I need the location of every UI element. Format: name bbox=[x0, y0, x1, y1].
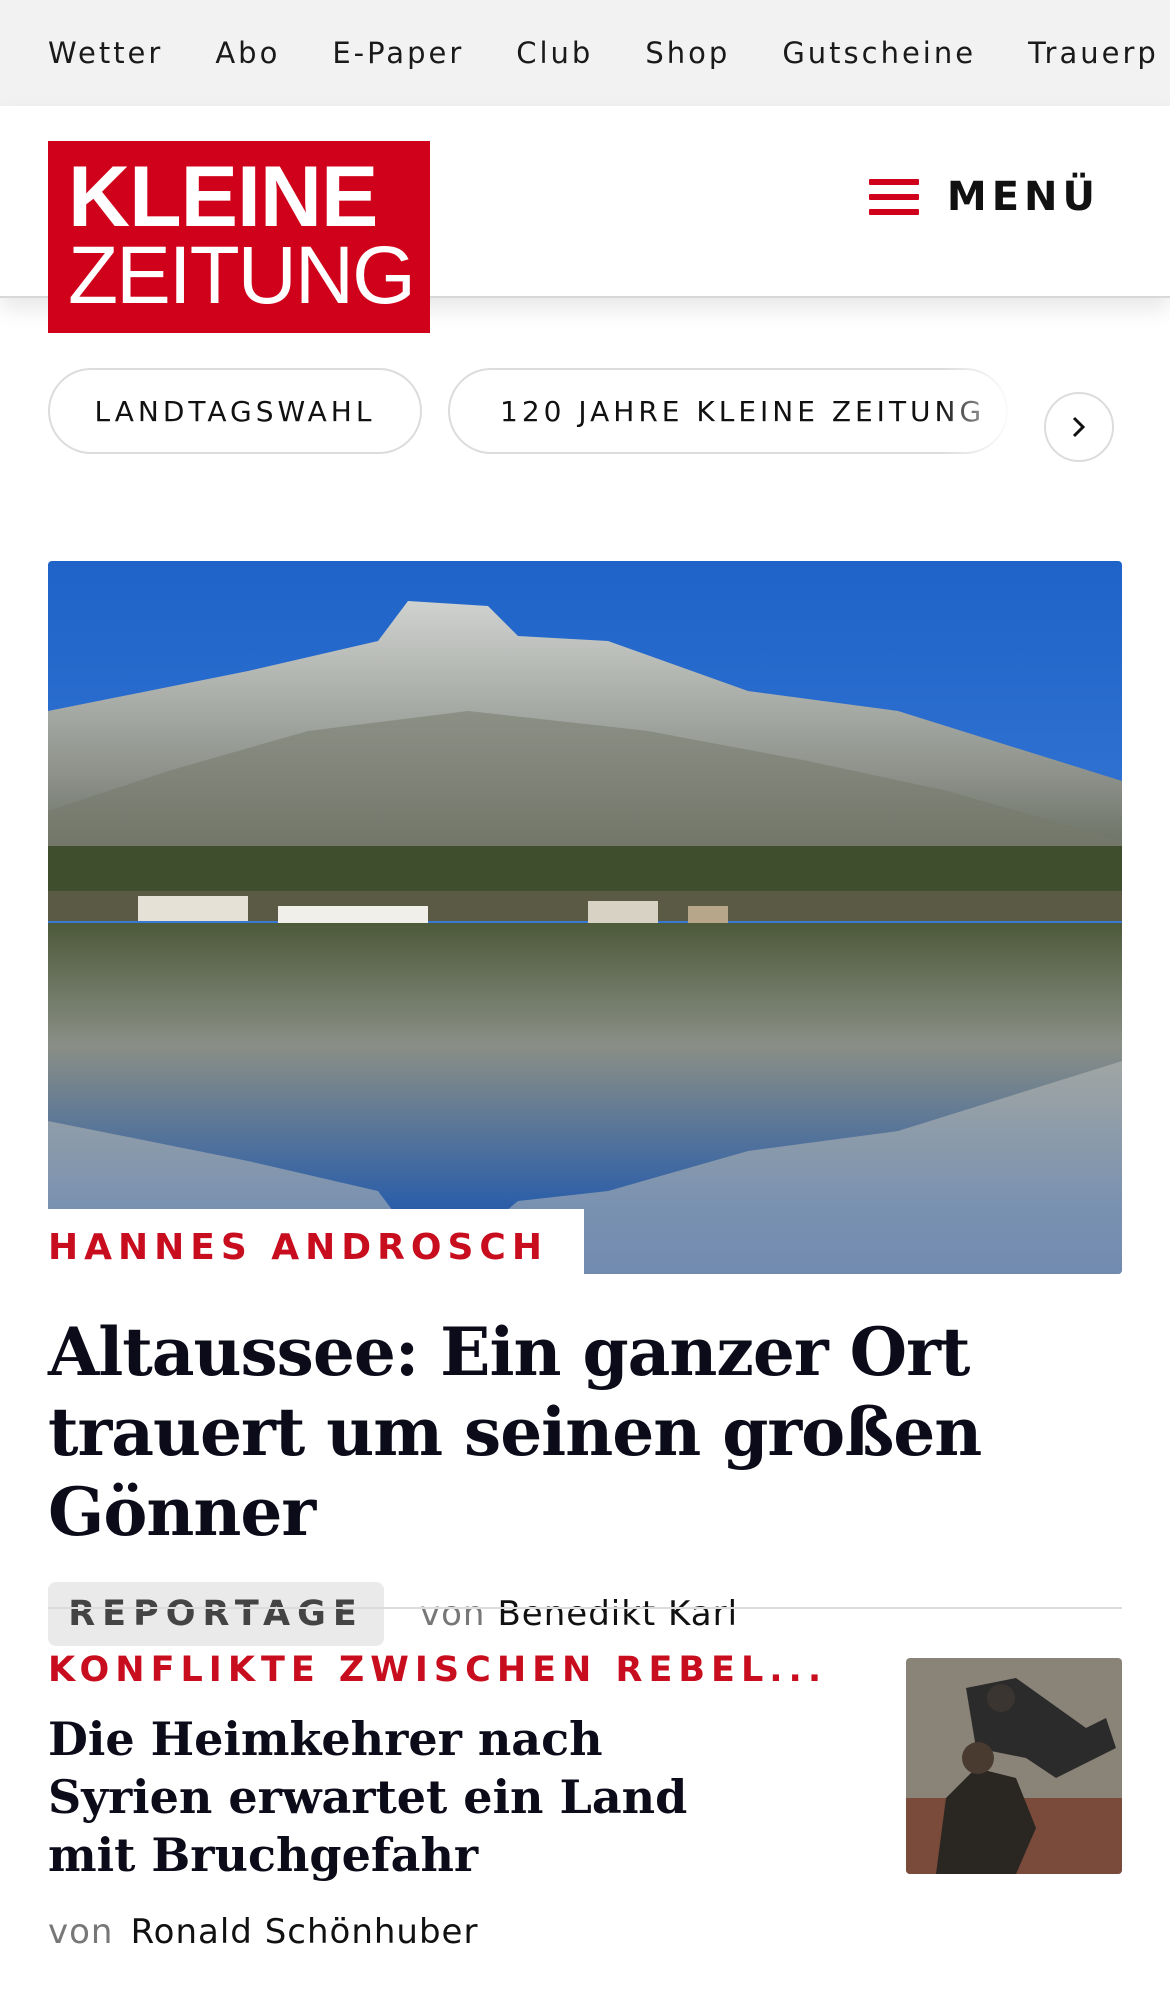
service-nav: Wetter Abo E-Paper Club Shop Gutscheine … bbox=[0, 0, 1170, 106]
site-header: KLEINE ZEITUNG MENÜ bbox=[0, 106, 1170, 333]
site-logo[interactable]: KLEINE ZEITUNG bbox=[48, 141, 430, 333]
nav-wetter[interactable]: Wetter bbox=[48, 36, 163, 70]
article-meta: von Ronald Schönhuber bbox=[48, 1912, 1122, 1952]
reportage-tag: REPORTAGE bbox=[48, 1582, 384, 1646]
byline-prefix: von bbox=[420, 1594, 486, 1634]
chips-next-button[interactable] bbox=[1044, 392, 1114, 462]
nav-abo[interactable]: Abo bbox=[215, 36, 280, 70]
nav-club[interactable]: Club bbox=[516, 36, 593, 70]
hero-kicker: HANNES ANDROSCH bbox=[48, 1227, 548, 1268]
chip-landtagswahl[interactable]: LANDTAGSWAHL bbox=[48, 368, 422, 454]
topic-chips: LANDTAGSWAHL 120 JAHRE KLEINE ZEITUNG bbox=[0, 368, 1170, 518]
hero-kicker-box: HANNES ANDROSCH bbox=[48, 1209, 584, 1293]
hero-title[interactable]: Altaussee: Ein ganzer Ort trauert um sei… bbox=[48, 1312, 1122, 1552]
menu-button[interactable]: MENÜ bbox=[868, 174, 1100, 220]
menu-label: MENÜ bbox=[946, 174, 1100, 220]
nav-shop[interactable]: Shop bbox=[645, 36, 730, 70]
article-teaser[interactable]: KONFLIKTE ZWISCHEN REBEL... Die Heimkehr… bbox=[48, 1650, 1122, 1952]
hamburger-icon bbox=[868, 179, 919, 215]
nav-trauer[interactable]: Trauerp bbox=[1028, 36, 1159, 70]
chip-120-jahre[interactable]: 120 JAHRE KLEINE ZEITUNG bbox=[448, 368, 1008, 454]
hero-image[interactable] bbox=[48, 561, 1122, 1274]
article-divider bbox=[48, 1607, 1122, 1609]
byline-prefix: von bbox=[48, 1912, 114, 1952]
byline-author[interactable]: Benedikt Karl bbox=[497, 1594, 738, 1634]
chevron-right-icon bbox=[1072, 416, 1086, 438]
logo-line-2: ZEITUNG bbox=[68, 230, 416, 321]
byline-author[interactable]: Ronald Schönhuber bbox=[131, 1912, 479, 1952]
nav-epaper[interactable]: E-Paper bbox=[332, 36, 464, 70]
chips-fade bbox=[940, 368, 1050, 468]
hero-meta: REPORTAGE von Benedikt Karl bbox=[48, 1582, 1122, 1646]
nav-gutscheine[interactable]: Gutscheine bbox=[782, 36, 976, 70]
hero-article[interactable]: HANNES ANDROSCH Altaussee: Ein ganzer Or… bbox=[48, 561, 1122, 1646]
article-title[interactable]: Die Heimkehrer nach Syrien erwartet ein … bbox=[48, 1710, 688, 1884]
article-thumbnail[interactable] bbox=[906, 1658, 1122, 1874]
